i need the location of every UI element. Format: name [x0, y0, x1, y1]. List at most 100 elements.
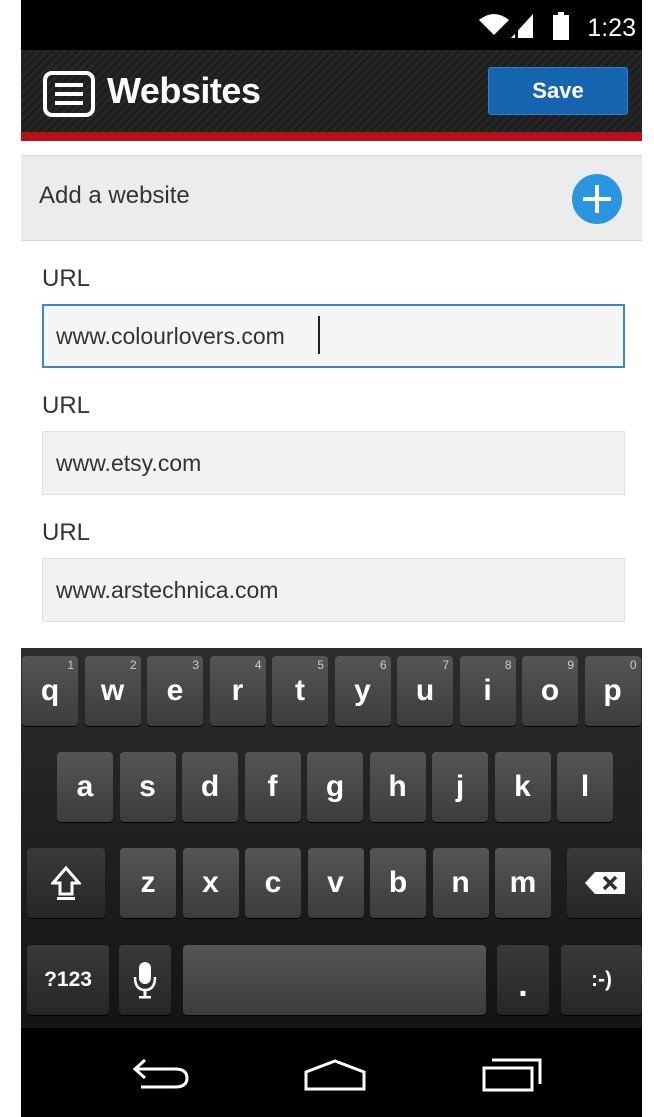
key-v-label: v: [327, 866, 344, 899]
key-b[interactable]: b: [370, 848, 426, 918]
status-time: 1:23: [587, 14, 636, 42]
key-i-hint: 8: [504, 658, 512, 672]
key-z-label: z: [140, 866, 156, 899]
mic-key[interactable]: [119, 945, 171, 1015]
action-bar: Websites Save: [21, 50, 642, 132]
key-j-label: j: [455, 770, 465, 803]
key-m-label: m: [509, 866, 537, 899]
symbols-key[interactable]: ?123: [27, 945, 109, 1015]
url-input-3[interactable]: [42, 558, 625, 622]
accent-divider: [21, 132, 642, 141]
backspace-key[interactable]: [567, 848, 642, 918]
key-v[interactable]: v: [307, 848, 364, 918]
key-q[interactable]: q1: [22, 656, 78, 726]
key-o-hint: 9: [567, 658, 574, 672]
status-bar: 1:23: [21, 0, 642, 50]
key-n[interactable]: n: [432, 848, 489, 918]
key-h-label: h: [388, 770, 407, 803]
key-c[interactable]: c: [245, 848, 301, 918]
key-p-label: p: [603, 674, 622, 707]
key-u-hint: 7: [442, 658, 449, 672]
key-o[interactable]: o9: [522, 656, 578, 726]
key-y-label: y: [354, 674, 371, 707]
key-i[interactable]: i8: [459, 656, 516, 726]
key-a-label: a: [76, 770, 94, 803]
key-w-label: w: [100, 674, 125, 707]
key-o-label: o: [540, 674, 560, 707]
save-button[interactable]: Save: [488, 67, 628, 115]
key-p-hint: 0: [629, 658, 637, 672]
key-t[interactable]: t5: [272, 656, 328, 726]
key-m[interactable]: m: [495, 848, 551, 918]
key-w-hint: 2: [129, 658, 137, 672]
key-u[interactable]: u7: [397, 656, 453, 726]
phone-screen: 1:23 Websites Save Add a website URL URL: [21, 0, 642, 1117]
key-l-label: l: [580, 770, 590, 803]
key-n-label: n: [451, 866, 470, 899]
url-input-2[interactable]: [42, 431, 625, 495]
url-label-3: URL: [42, 519, 91, 546]
key-d-label: d: [200, 770, 220, 803]
key-r-hint: 4: [254, 658, 262, 672]
key-q-hint: 1: [67, 658, 74, 672]
nav-bar: [21, 1028, 642, 1117]
smiley-key[interactable]: :-): [561, 945, 642, 1015]
key-g-label: g: [325, 770, 345, 803]
key-b-label: b: [388, 866, 408, 899]
wifi-icon: [479, 14, 509, 35]
key-z[interactable]: z: [120, 848, 176, 918]
page-title: Websites: [107, 70, 261, 111]
key-e-hint: 3: [192, 658, 199, 672]
key-y[interactable]: y6: [334, 656, 391, 726]
key-t-hint: 5: [317, 658, 324, 672]
key-u-label: u: [415, 674, 435, 707]
key-r[interactable]: r4: [209, 656, 266, 726]
key-s-label: s: [139, 770, 156, 803]
key-f[interactable]: f: [244, 752, 301, 822]
space-key[interactable]: [183, 945, 486, 1015]
key-p[interactable]: p0: [584, 656, 641, 726]
key-g[interactable]: g: [307, 752, 363, 822]
key-x[interactable]: x: [182, 848, 239, 918]
signal-icon: [511, 14, 533, 38]
key-y-hint: 6: [379, 658, 387, 672]
battery-icon: [553, 12, 569, 40]
backspace-icon: [584, 872, 625, 894]
shift-key[interactable]: [27, 848, 105, 918]
key-h[interactable]: h: [369, 752, 426, 822]
url-input-1[interactable]: [42, 304, 625, 368]
text-cursor: [318, 316, 320, 354]
add-website-label: Add a website: [39, 182, 190, 209]
key-k-label: k: [514, 770, 531, 803]
recents-icon[interactable]: [480, 1054, 544, 1094]
back-icon[interactable]: [131, 1056, 191, 1090]
home-icon[interactable]: [302, 1058, 368, 1092]
key-k[interactable]: k: [494, 752, 551, 822]
microphone-icon: [133, 962, 157, 999]
add-website-button[interactable]: [572, 174, 622, 224]
key-i-label: i: [483, 674, 492, 707]
url-label-1: URL: [42, 265, 91, 292]
key-a[interactable]: a: [57, 752, 113, 822]
soft-keyboard: q1w2e3r4t5y6u7i8o9p0 asdfghjkl zxcvbnm ?…: [21, 648, 642, 1028]
key-s[interactable]: s: [119, 752, 176, 822]
key-c-label: c: [264, 866, 282, 899]
key-x-label: x: [202, 866, 219, 899]
menu-icon[interactable]: [43, 71, 95, 117]
key-j[interactable]: j: [432, 752, 488, 822]
main-content: Add a website URL URL URL: [21, 141, 642, 648]
shift-icon: [51, 866, 81, 900]
url-label-2: URL: [42, 392, 91, 419]
key-q-label: q: [40, 674, 60, 707]
key-d[interactable]: d: [182, 752, 238, 822]
period-key[interactable]: .: [497, 945, 549, 1015]
plus-circle-icon: [583, 185, 611, 213]
key-t-label: t: [295, 674, 305, 707]
key-r-label: r: [231, 674, 244, 707]
key-f-label: f: [267, 770, 278, 803]
add-website-row[interactable]: Add a website: [21, 155, 642, 241]
key-e-label: e: [166, 674, 184, 707]
key-e[interactable]: e3: [147, 656, 203, 726]
key-l[interactable]: l: [557, 752, 613, 822]
key-w[interactable]: w2: [84, 656, 141, 726]
